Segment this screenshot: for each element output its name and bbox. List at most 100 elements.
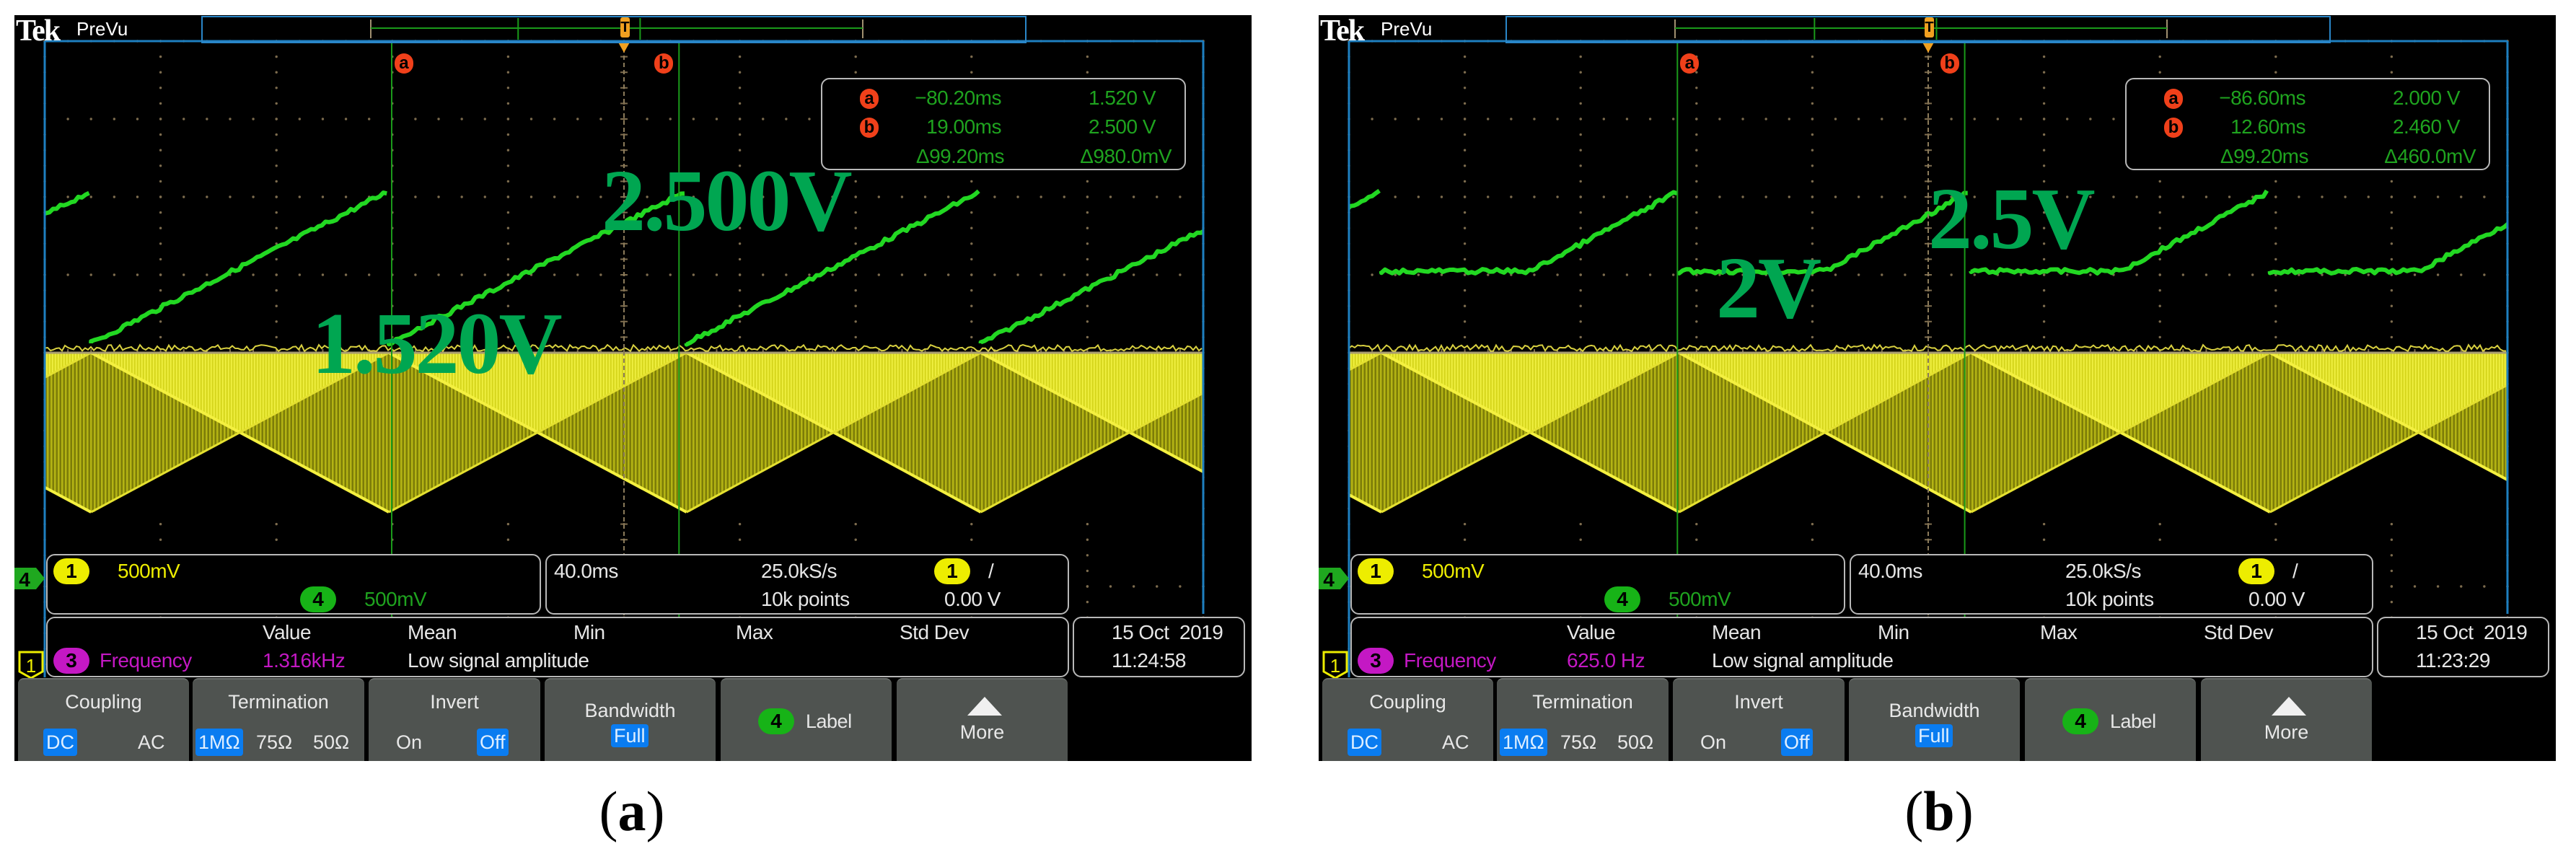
- cursor-b-icon[interactable]: b: [654, 53, 674, 74]
- graticule-dot: [2158, 258, 2161, 261]
- record-view-bar[interactable]: [201, 16, 1027, 43]
- graticule-dot: [2089, 273, 2092, 276]
- graticule-dot: [1764, 118, 1767, 120]
- graticule-dot: [2158, 335, 2161, 339]
- graticule-dot: [252, 118, 255, 120]
- ch1-badge: 1: [53, 558, 89, 584]
- graticule-dot: [2112, 195, 2115, 198]
- more-button[interactable]: More: [2201, 678, 2372, 761]
- invert-button[interactable]: Invert On Off: [369, 678, 540, 761]
- acquisition-mode: PreVu: [1381, 18, 1433, 40]
- graticule-dot: [275, 164, 278, 167]
- graticule-dot: [2460, 195, 2463, 198]
- graticule-dot: [506, 149, 510, 151]
- coupling-option-dc[interactable]: DC: [43, 729, 77, 756]
- coupling-option-ac[interactable]: AC: [135, 729, 168, 756]
- termination-button[interactable]: Termination 1MΩ 75Ω 50Ω: [1497, 678, 1669, 761]
- termination-option-1mohm[interactable]: 1MΩ: [1500, 729, 1547, 756]
- graticule-dot: [506, 102, 510, 105]
- measurement-readout[interactable]: Value Mean Min Max Std Dev 3 Frequency 1…: [46, 617, 1069, 677]
- graticule-dot: [2436, 585, 2440, 588]
- graticule-dot: [1132, 273, 1135, 276]
- graticule-dot: [2436, 273, 2440, 276]
- graticule-dot: [506, 273, 510, 276]
- invert-option-on[interactable]: On: [1697, 729, 1729, 756]
- graticule-dot: [1440, 195, 1443, 198]
- graticule-dot: [1695, 71, 1698, 74]
- invert-option-off[interactable]: Off: [1781, 729, 1813, 756]
- graticule-dot: [970, 335, 973, 339]
- graticule-dot: [2042, 87, 2046, 89]
- annotation-cursor-a-value: 2V: [1716, 239, 1821, 337]
- graticule-dot: [2274, 71, 2277, 74]
- time-per-div: 40.0ms: [1858, 560, 1922, 582]
- timebase-readout[interactable]: 40.0ms 25.0kS/s 10k points 1 / 0.00 V: [1850, 554, 2373, 615]
- more-button[interactable]: More: [897, 678, 1068, 761]
- channel-scale-readout[interactable]: 1 500mV 4 500mV: [1350, 554, 1845, 615]
- graticule-dot: [275, 71, 278, 74]
- label-button[interactable]: 4 Label: [721, 678, 892, 761]
- graticule-dot: [1086, 569, 1089, 573]
- graticule-dot: [2158, 289, 2161, 292]
- graticule-dot: [2135, 195, 2138, 198]
- graticule-dot: [877, 273, 881, 276]
- graticule-dot: [993, 273, 996, 276]
- coupling-button[interactable]: Coupling DC AC: [18, 678, 189, 761]
- coupling-option-dc[interactable]: DC: [1348, 729, 1381, 756]
- ch1-ground-marker-icon[interactable]: 1: [1322, 650, 1350, 680]
- graticule-dot: [1811, 87, 1814, 89]
- graticule-dot: [298, 118, 302, 120]
- graticule-dot: [159, 164, 162, 167]
- bandwidth-button[interactable]: Bandwidth Full: [1849, 678, 2020, 761]
- trigger-position-icon[interactable]: T: [1925, 17, 1934, 38]
- trigger-position-icon[interactable]: T: [620, 17, 630, 38]
- cursor-delta-value: Δ980.0mV: [1080, 145, 1171, 167]
- graticule-tick: [620, 305, 628, 307]
- coupling-button[interactable]: Coupling DC AC: [1322, 678, 1493, 761]
- graticule-dot: [66, 118, 69, 120]
- ch4-ground-marker-icon[interactable]: 4: [1319, 566, 1350, 591]
- termination-title: Termination: [1532, 691, 1633, 713]
- termination-option-75ohm[interactable]: 75Ω: [253, 729, 295, 756]
- bandwidth-title: Bandwidth: [584, 700, 676, 721]
- graticule-dot: [923, 195, 927, 198]
- termination-option-50ohm[interactable]: 50Ω: [310, 729, 352, 756]
- ch1-ground-marker-icon[interactable]: 1: [17, 650, 46, 680]
- graticule-dot: [2390, 211, 2393, 214]
- timebase-readout[interactable]: 40.0ms 25.0kS/s 10k points 1 / 0.00 V: [545, 554, 1069, 615]
- graticule-dot: [854, 195, 857, 198]
- cursor-a-icon[interactable]: a: [1680, 53, 1700, 74]
- bandwidth-value: Full: [611, 724, 649, 747]
- termination-option-1mohm[interactable]: 1MΩ: [195, 729, 243, 756]
- termination-option-75ohm[interactable]: 75Ω: [1557, 729, 1599, 756]
- graticule-dot: [2042, 304, 2046, 307]
- label-button[interactable]: 4 Label: [2025, 678, 2196, 761]
- graticule-dot: [576, 195, 579, 198]
- measurement-readout[interactable]: Value Mean Min Max Std Dev 3 Frequency 6…: [1350, 617, 2373, 677]
- graticule-dot: [1579, 149, 1582, 151]
- ch4-ground-marker-icon[interactable]: 4: [14, 566, 46, 591]
- bandwidth-button[interactable]: Bandwidth Full: [545, 678, 716, 761]
- cursor-a-icon[interactable]: a: [394, 53, 413, 74]
- invert-button[interactable]: Invert On Off: [1673, 678, 1845, 761]
- termination-option-50ohm[interactable]: 50Ω: [1614, 729, 1656, 756]
- invert-option-on[interactable]: On: [393, 729, 425, 756]
- graticule-dot: [1695, 226, 1698, 229]
- record-view-bar[interactable]: [1505, 16, 2331, 43]
- graticule-dot: [2390, 180, 2393, 183]
- graticule-dot: [1086, 538, 1089, 541]
- cursor-b-icon[interactable]: b: [1940, 53, 1959, 74]
- termination-button[interactable]: Termination 1MΩ 75Ω 50Ω: [193, 678, 364, 761]
- graticule-dot: [2390, 538, 2393, 541]
- graticule-dot: [762, 118, 765, 120]
- graticule-dot: [854, 320, 857, 323]
- invert-option-off[interactable]: Off: [477, 729, 509, 756]
- graticule-dot: [2390, 335, 2393, 339]
- graticule-dot: [1086, 195, 1089, 198]
- channel-scale-readout[interactable]: 1 500mV 4 500mV: [46, 554, 541, 615]
- coupling-option-ac[interactable]: AC: [1439, 729, 1472, 756]
- graticule-dot: [1039, 195, 1042, 198]
- graticule-dot: [2042, 289, 2046, 292]
- graticule-dot: [553, 195, 556, 198]
- graticule-dot: [1718, 118, 1721, 120]
